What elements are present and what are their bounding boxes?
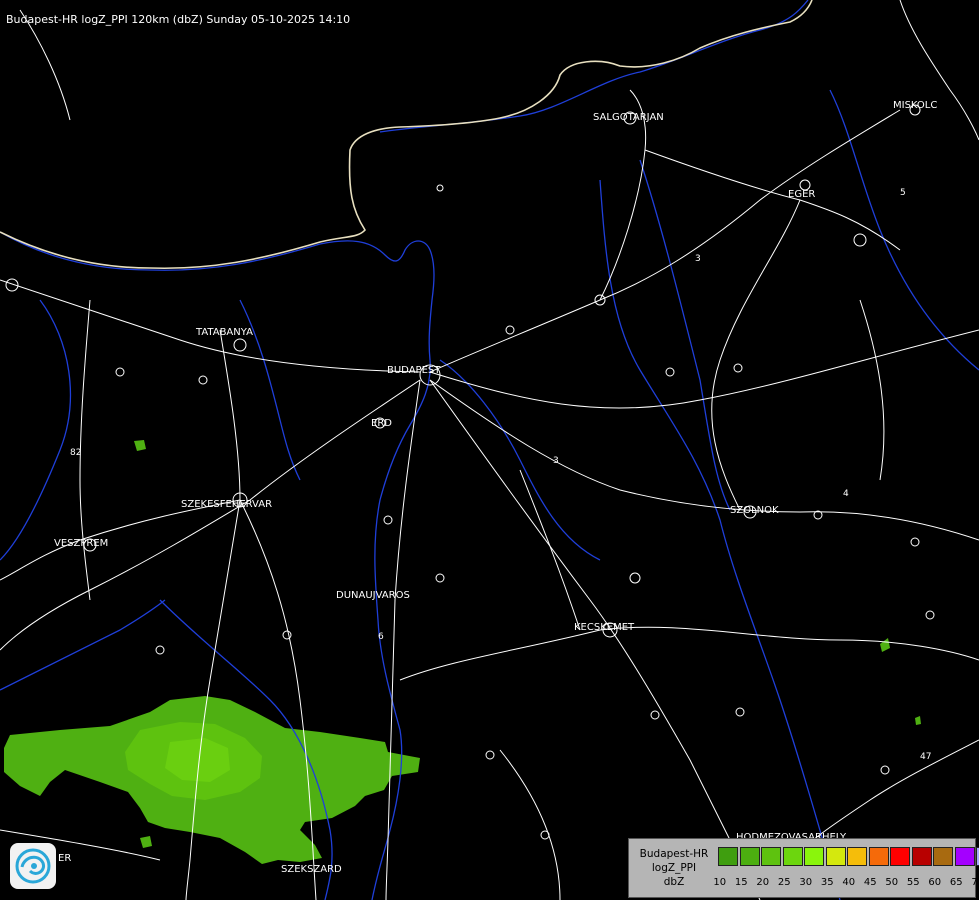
legend-swatch-45	[868, 847, 889, 866]
legend-swatch-35	[825, 847, 846, 866]
city-label-partial: ER	[58, 853, 72, 864]
legend-tick-35: 35	[820, 877, 834, 888]
legend-tick-55: 55	[906, 877, 920, 888]
city-label-miskolc: MISKOLC	[893, 100, 938, 111]
city-label-veszprem: VESZPREM	[54, 538, 109, 549]
legend-title-type: logZ_PPI	[651, 862, 697, 874]
legend-tick-60: 60	[928, 877, 942, 888]
legend-swatch-65	[954, 847, 975, 866]
city-label-szekszard: SZEKSZARD	[281, 864, 342, 875]
road-number-label: 5	[900, 188, 906, 198]
city-label-dunaujvaros: DUNAUJVAROS	[336, 590, 410, 601]
legend-tick-30: 30	[799, 877, 813, 888]
legend-tick-10: 10	[713, 877, 727, 888]
road-number-label: 4	[843, 489, 849, 499]
legend-swatch-15	[739, 847, 760, 866]
legend-swatch-20	[761, 847, 781, 866]
city-label-tatabanya: TATABANYA	[196, 327, 253, 338]
legend-swatches	[718, 847, 979, 866]
legend-tick-70: 70	[971, 877, 979, 888]
legend-tick-20: 20	[756, 877, 770, 888]
radar-service-logo-icon[interactable]	[10, 843, 56, 889]
city-label-erd: ERD	[371, 418, 392, 429]
legend-title: Budapest-HR logZ_PPI dbZ	[633, 847, 715, 889]
city-label-szekesfehervar: SZEKESFEHERVAR	[181, 499, 273, 510]
legend-tick-50: 50	[885, 877, 899, 888]
road-number-label: 3	[553, 456, 559, 466]
legend-swatch-10	[718, 847, 738, 866]
legend-tick-65: 65	[949, 877, 963, 888]
city-label-szolnok: SZOLNOK	[730, 505, 779, 516]
road-number-label: 3	[695, 254, 701, 264]
radar-product-title: Budapest-HR logZ_PPI 120km (dbZ) Sunday …	[6, 13, 351, 26]
legend-swatch-50	[890, 847, 910, 866]
legend-tick-15: 15	[734, 877, 748, 888]
city-label-salgotarjan: SALGOTARJAN	[593, 112, 664, 123]
legend-swatch-25	[782, 847, 803, 866]
city-label-budapest: BUDAPEST	[387, 365, 441, 376]
legend-swatch-40	[847, 847, 867, 866]
city-label-kecskemet: KECSKEMET	[574, 622, 635, 633]
legend-tick-40: 40	[842, 877, 856, 888]
city-label-eger: EGER	[788, 189, 816, 200]
legend-tick-25: 25	[777, 877, 791, 888]
radar-map	[0, 0, 979, 900]
road-number-label: 82	[70, 448, 82, 458]
swirl-icon	[15, 848, 51, 884]
legend-title-unit: dbZ	[663, 876, 685, 888]
legend-title-product: Budapest-HR	[639, 848, 709, 860]
legend-swatch-30	[804, 847, 824, 866]
legend-swatch-60	[933, 847, 953, 866]
legend-swatch-55	[911, 847, 932, 866]
road-number-label: 6	[378, 632, 384, 642]
legend-tick-45: 45	[863, 877, 877, 888]
legend-ticks: 10 15 20 25 30 35 40 45 50 55 60 65 70	[709, 877, 979, 888]
dbz-color-legend: Budapest-HR logZ_PPI dbZ 10 15 20 25 30 35 40 4…	[628, 838, 979, 898]
road-number-label: 47	[920, 752, 932, 762]
